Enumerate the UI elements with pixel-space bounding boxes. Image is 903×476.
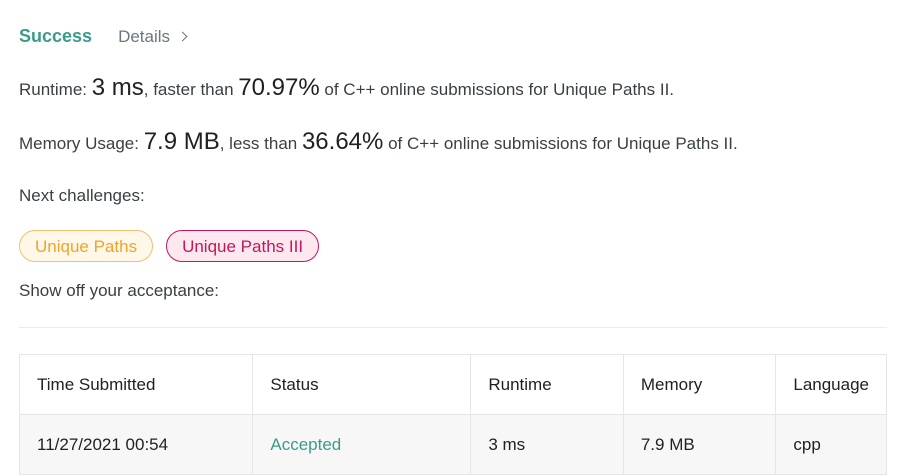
chevron-right-icon [177, 31, 188, 41]
runtime-value: 3 ms [91, 74, 144, 101]
cell-memory: 7.9 MB [622, 414, 777, 475]
result-status-title: Success [19, 26, 93, 46]
runtime-suffix: of C++ online submissions for Unique Pat… [319, 80, 675, 99]
cell-runtime: 3 ms [470, 414, 624, 475]
column-header-time: Time Submitted [18, 354, 254, 415]
show-off-label: Show off your acceptance: [19, 281, 220, 300]
cell-status: Accepted [252, 414, 472, 475]
challenge-tag-unique-paths[interactable]: Unique Paths [19, 230, 154, 262]
next-challenges-list: Unique Paths Unique Paths III [19, 230, 320, 262]
runtime-prefix: Runtime: [19, 80, 92, 99]
cell-language: cpp [775, 414, 887, 475]
column-header-language: Language [775, 354, 887, 415]
details-link[interactable]: Details [118, 27, 188, 47]
table-row: 11/27/2021 00:54 Accepted 3 ms 7.9 MB cp… [18, 414, 887, 475]
runtime-middle: , faster than [143, 80, 239, 99]
section-divider [19, 327, 887, 328]
memory-suffix: of C++ online submissions for Unique Pat… [383, 134, 738, 153]
result-header: Success Details [19, 26, 188, 47]
cell-time: 11/27/2021 00:54 [18, 414, 254, 475]
submissions-table: Time Submitted Status Runtime Memory Lan… [18, 354, 887, 475]
column-header-runtime: Runtime [470, 354, 624, 415]
column-header-status: Status [252, 354, 472, 415]
memory-percent: 36.64% [301, 128, 384, 155]
next-challenges-label: Next challenges: [19, 186, 145, 205]
memory-value: 7.9 MB [143, 128, 220, 155]
runtime-percent: 70.97% [238, 74, 320, 101]
memory-prefix: Memory Usage: [19, 134, 144, 153]
memory-middle: , less than [219, 134, 302, 153]
details-link-label: Details [118, 27, 171, 46]
table-header-row: Time Submitted Status Runtime Memory Lan… [18, 354, 887, 415]
column-header-memory: Memory [622, 354, 777, 415]
status-accepted-link[interactable]: Accepted [270, 435, 341, 454]
challenge-tag-unique-paths-iii[interactable]: Unique Paths III [166, 230, 320, 262]
runtime-stat: Runtime: 3 ms, faster than 70.97% of C++… [19, 74, 674, 102]
memory-stat: Memory Usage: 7.9 MB, less than 36.64% o… [19, 128, 738, 156]
